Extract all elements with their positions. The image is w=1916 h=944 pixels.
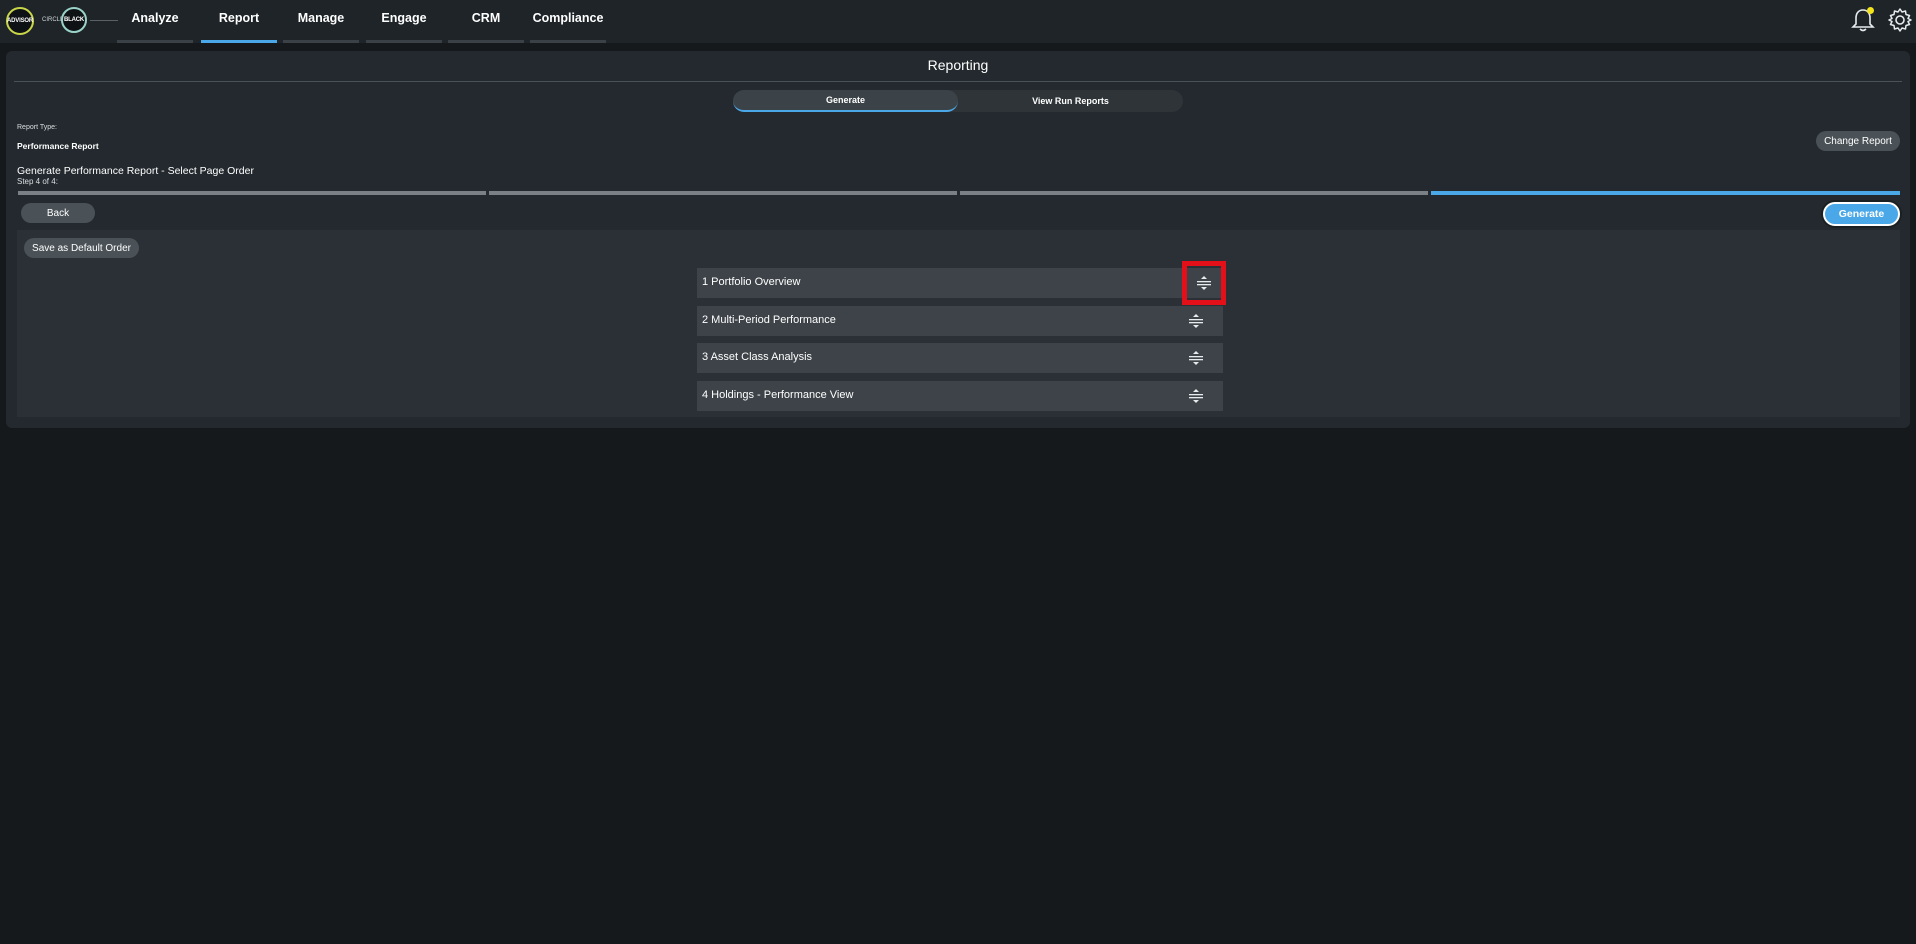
nav-item-analyze[interactable]: Analyze bbox=[117, 0, 193, 43]
nav-item-underline bbox=[283, 40, 359, 43]
notification-dot bbox=[1867, 7, 1874, 14]
gear-icon[interactable] bbox=[1887, 7, 1913, 33]
page-item-label: 2 Multi-Period Performance bbox=[702, 314, 836, 326]
nav-item-underline bbox=[366, 40, 442, 43]
drag-handle-icon[interactable] bbox=[1182, 261, 1226, 305]
reorder-icon bbox=[1197, 276, 1211, 290]
reorder-icon bbox=[1189, 314, 1203, 328]
brand-logo[interactable]: ADVISOR CIRCLE BLACK bbox=[6, 7, 118, 37]
logo-divider bbox=[90, 20, 118, 21]
nav-item-underline bbox=[530, 40, 606, 43]
page-item-label: 4 Holdings - Performance View bbox=[702, 389, 854, 401]
page-order-item[interactable]: 4 Holdings - Performance View bbox=[697, 381, 1223, 411]
nav-item-underline bbox=[117, 40, 193, 43]
report-type-value: Performance Report bbox=[17, 141, 99, 151]
page-item-label: 1 Portfolio Overview bbox=[702, 276, 801, 288]
nav-item-manage[interactable]: Manage bbox=[283, 0, 359, 43]
nav-item-report[interactable]: Report bbox=[201, 0, 277, 43]
generate-button[interactable]: Generate bbox=[1823, 202, 1900, 226]
progress-step-1 bbox=[18, 191, 486, 195]
top-nav-bar: ADVISOR CIRCLE BLACK Analyze Report Mana… bbox=[0, 0, 1916, 43]
gear-icon-svg bbox=[1888, 8, 1912, 32]
back-button[interactable]: Back bbox=[21, 203, 95, 223]
nav-item-label: Compliance bbox=[532, 11, 604, 25]
nav-item-label: Analyze bbox=[131, 11, 179, 25]
change-report-button[interactable]: Change Report bbox=[1816, 131, 1900, 151]
nav-item-label: Engage bbox=[381, 11, 427, 25]
nav-item-crm[interactable]: CRM bbox=[448, 0, 524, 43]
page-order-item[interactable]: 3 Asset Class Analysis bbox=[697, 343, 1223, 373]
step-subtitle: Step 4 of 4: bbox=[17, 177, 58, 186]
advisor-logo-icon: ADVISOR bbox=[6, 7, 34, 35]
black-logo-icon: BLACK bbox=[61, 7, 87, 33]
reporting-card: Reporting Generate View Run Reports Repo… bbox=[6, 51, 1910, 428]
nav-item-underline bbox=[448, 40, 524, 43]
page-title: Reporting bbox=[927, 57, 989, 73]
progress-step-4 bbox=[1431, 191, 1900, 195]
save-default-order-button[interactable]: Save as Default Order bbox=[24, 238, 139, 258]
nav-item-compliance[interactable]: Compliance bbox=[530, 0, 606, 43]
nav-item-underline-active bbox=[201, 40, 277, 43]
nav-item-label: Report bbox=[218, 11, 260, 25]
tab-generate[interactable]: Generate bbox=[733, 90, 958, 112]
progress-step-2 bbox=[489, 191, 957, 195]
nav-item-label: Manage bbox=[297, 11, 345, 25]
step-title: Generate Performance Report - Select Pag… bbox=[17, 165, 254, 177]
drag-handle-icon[interactable] bbox=[1184, 384, 1208, 408]
reorder-icon bbox=[1189, 389, 1203, 403]
nav-item-label: CRM bbox=[471, 11, 501, 25]
reporting-tabs: Generate View Run Reports bbox=[733, 90, 1183, 112]
nav-item-engage[interactable]: Engage bbox=[366, 0, 442, 43]
progress-step-3 bbox=[960, 191, 1428, 195]
tab-view-run-reports[interactable]: View Run Reports bbox=[958, 90, 1183, 112]
reorder-icon bbox=[1189, 351, 1203, 365]
drag-handle-icon[interactable] bbox=[1184, 346, 1208, 370]
step-progress-bar bbox=[18, 191, 1900, 195]
title-divider bbox=[14, 81, 1902, 82]
report-type-label: Report Type: bbox=[17, 124, 57, 131]
drag-handle-icon[interactable] bbox=[1184, 309, 1208, 333]
page-order-item[interactable]: 2 Multi-Period Performance bbox=[697, 306, 1223, 336]
page-order-panel: Save as Default Order 1 Portfolio Overvi… bbox=[17, 230, 1900, 417]
page-item-label: 3 Asset Class Analysis bbox=[702, 351, 813, 363]
page-order-item[interactable]: 1 Portfolio Overview bbox=[697, 261, 1226, 305]
bell-icon[interactable] bbox=[1851, 7, 1875, 33]
